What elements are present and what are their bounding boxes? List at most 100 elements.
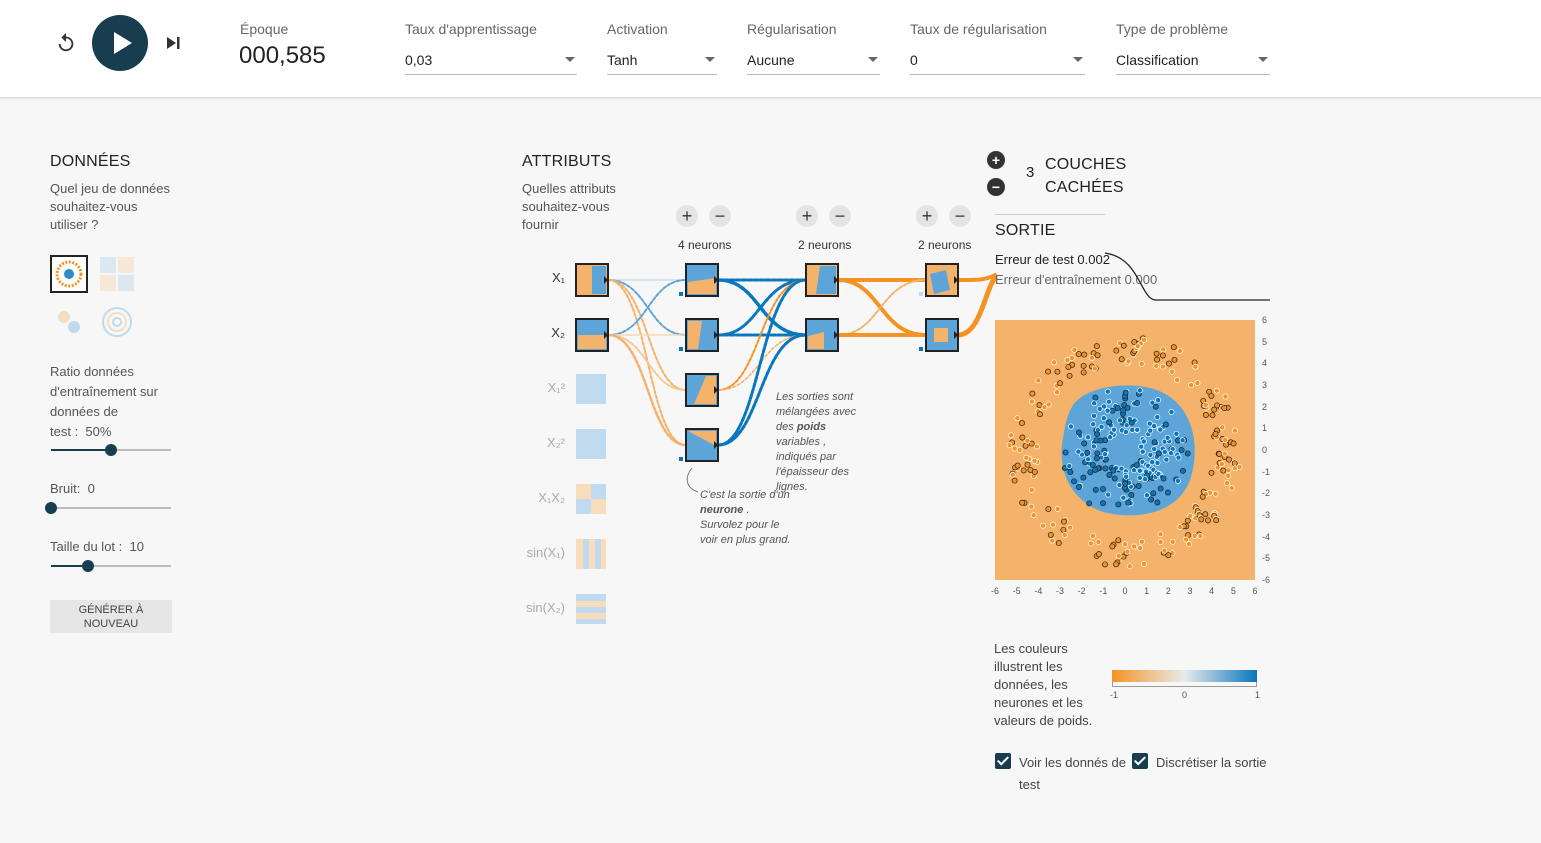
data-point (1122, 480, 1129, 487)
data-point (1116, 482, 1123, 488)
data-point (1057, 380, 1063, 387)
layer2-neuron-count: 2 neurons (798, 238, 852, 252)
reset-icon[interactable] (55, 32, 77, 54)
dataset-gauss[interactable] (50, 303, 88, 341)
data-point (1105, 398, 1112, 405)
input-node-sinx1[interactable] (576, 539, 606, 569)
data-point (1122, 389, 1129, 396)
data-point (1213, 387, 1220, 394)
data-point (1188, 382, 1195, 389)
play-button[interactable] (92, 15, 148, 71)
data-point (1129, 426, 1136, 433)
remove-neuron-layer3-button[interactable]: − (949, 205, 971, 227)
output-heatmap[interactable] (995, 320, 1255, 580)
remove-layer-button[interactable]: − (987, 178, 1005, 196)
regenerate-button[interactable]: GÉNÉRER À NOUVEAU (50, 600, 172, 633)
input-node-x2sq[interactable] (576, 429, 606, 459)
data-point (1148, 496, 1155, 503)
y-tick-label: -6 (1262, 575, 1271, 585)
data-point (1236, 464, 1243, 470)
regularization-value: Aucune (747, 52, 795, 68)
dataset-circle-icon (55, 260, 83, 288)
hidden-neuron-2-1[interactable] (805, 263, 839, 297)
problem-type-value: Classification (1116, 52, 1199, 68)
data-point (1143, 492, 1150, 499)
data-point (1194, 380, 1201, 386)
data-point (1111, 426, 1117, 433)
input-node-x1x2[interactable] (576, 484, 606, 514)
hidden-neuron-1-3[interactable] (685, 373, 719, 407)
data-point (1118, 465, 1125, 472)
data-point (1095, 551, 1102, 558)
data-point (1163, 456, 1170, 463)
add-neuron-layer3-button[interactable]: + (916, 205, 938, 227)
regularization-select[interactable]: Aucune (747, 49, 880, 75)
remove-neuron-layer1-button[interactable]: − (709, 205, 731, 227)
input-node-x1[interactable] (575, 263, 609, 297)
dataset-xor[interactable] (98, 255, 136, 293)
feature-label-x1x2: X₁X₂ (538, 490, 565, 505)
batch-value: 10 (129, 539, 144, 554)
reg-rate-value: 0 (910, 52, 918, 68)
output-heatmap-canvas (1006, 335, 1243, 570)
data-point (1106, 419, 1113, 426)
data-point (1131, 543, 1138, 550)
input-node-x2[interactable] (575, 318, 609, 352)
feature-label-x1sq: X₁² (547, 380, 565, 395)
discretize-output-label[interactable]: Discrétiser la sortie (1156, 752, 1267, 774)
neuron-note: C'est la sortie d'un neurone . Survolez … (700, 489, 791, 546)
noise-slider-knob[interactable] (45, 502, 57, 514)
dataset-circle[interactable] (50, 255, 88, 293)
data-point (1107, 434, 1113, 441)
data-point (1055, 540, 1062, 547)
data-point (1011, 445, 1018, 452)
data-point (1040, 522, 1047, 529)
data-point (1105, 491, 1112, 498)
remove-neuron-layer2-button[interactable]: − (829, 205, 851, 227)
data-point (1164, 434, 1171, 441)
data-point (1191, 532, 1198, 539)
show-test-data-checkbox[interactable] (995, 753, 1011, 769)
data-point (1118, 356, 1125, 363)
data-point (1166, 360, 1172, 367)
data-point (1161, 547, 1168, 554)
add-neuron-layer2-button[interactable]: + (796, 205, 818, 227)
color-bar-tick-max: 1 (1255, 690, 1261, 700)
learning-rate-label: Taux d'apprentissage (405, 21, 537, 37)
data-point (1147, 451, 1154, 458)
ratio-slider-knob[interactable] (105, 444, 117, 456)
show-test-data-label[interactable]: Voir les donnés de test (1019, 752, 1126, 796)
data-point (1184, 450, 1191, 457)
add-neuron-layer1-button[interactable]: + (676, 205, 698, 227)
learning-rate-select[interactable]: 0,03 (405, 49, 577, 75)
y-tick-label: -3 (1262, 510, 1271, 520)
y-tick-label: 1 (1262, 423, 1268, 434)
y-tick-label: 3 (1262, 380, 1268, 390)
activation-select[interactable]: Tanh (607, 49, 717, 75)
data-point (1006, 442, 1013, 449)
problem-type-select[interactable]: Classification (1116, 49, 1270, 75)
weights-note: Les sorties sont mélangées avec des poid… (776, 391, 857, 493)
data-point (1087, 540, 1094, 547)
data-point (1115, 552, 1122, 559)
data-title: DONNÉES (50, 153, 131, 170)
data-point (1199, 493, 1206, 500)
step-icon[interactable] (164, 34, 182, 52)
data-point (1100, 500, 1106, 507)
data-point (1179, 437, 1186, 444)
dataset-spiral[interactable] (98, 303, 136, 341)
data-point (1135, 483, 1142, 489)
y-tick-label: -2 (1262, 488, 1271, 499)
hidden-neuron-2-2[interactable] (805, 318, 839, 352)
data-point (1162, 421, 1169, 428)
discretize-output-checkbox[interactable] (1132, 753, 1148, 769)
add-layer-button[interactable]: + (987, 151, 1005, 169)
input-node-x1sq[interactable] (576, 374, 606, 404)
data-point (1065, 364, 1072, 370)
data-point (1154, 499, 1161, 506)
batch-slider-knob[interactable] (82, 560, 94, 572)
noise-value: 0 (87, 481, 95, 496)
reg-rate-select[interactable]: 0 (910, 49, 1085, 75)
input-node-sinx2[interactable] (576, 594, 606, 624)
data-point (1176, 524, 1183, 530)
